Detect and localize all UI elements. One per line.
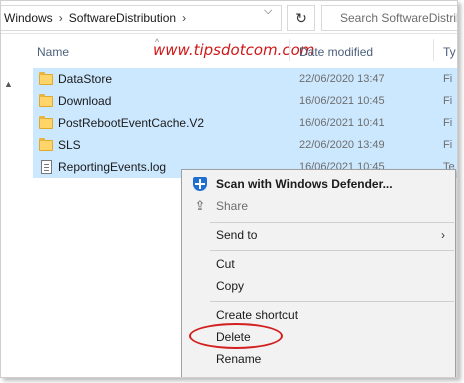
breadcrumb[interactable]: Windows › SoftwareDistribution › [1, 5, 282, 31]
breadcrumb-item-windows[interactable]: Windows [4, 11, 53, 25]
file-date: 22/06/2020 13:47 [299, 73, 385, 85]
file-type: Fi [443, 117, 453, 129]
menu-item-label: Copy [216, 279, 245, 293]
menu-separator [210, 250, 454, 251]
column-headers: ^ Name www.tipsdotcom.com Date modified … [15, 35, 457, 65]
file-type: Fi [443, 95, 453, 107]
menu-item-copy[interactable]: Copy [182, 275, 455, 297]
folder-icon [37, 134, 55, 156]
file-list: DataStore 22/06/2020 13:47 Fi Download 1… [33, 68, 457, 178]
menu-item-label: Scan with Windows Defender... [216, 177, 393, 191]
file-name: DataStore [58, 72, 113, 86]
explorer-window: Windows › SoftwareDistribution › ⌵ ↻ Sea… [0, 0, 458, 378]
menu-item-scan[interactable]: Scan with Windows Defender... [182, 173, 455, 195]
file-date: 16/06/2021 10:45 [299, 95, 385, 107]
list-item-sls[interactable]: SLS 22/06/2020 13:49 Fi [33, 134, 457, 156]
chevron-right-icon[interactable]: › [59, 11, 63, 25]
file-date: 22/06/2020 13:49 [299, 139, 385, 151]
breadcrumb-item-softwaredistribution[interactable]: SoftwareDistribution [69, 11, 176, 25]
menu-item-label: Rename [216, 352, 262, 366]
file-type: Fi [443, 73, 453, 85]
file-name: SLS [58, 138, 81, 152]
chevron-right-icon: › [441, 228, 445, 242]
shield-icon [192, 176, 208, 192]
chevron-right-icon[interactable]: › [182, 11, 186, 25]
menu-item-rename[interactable]: Rename [182, 348, 455, 370]
menu-item-cut[interactable]: Cut [182, 253, 455, 275]
column-header-name[interactable]: Name [37, 45, 69, 59]
search-input[interactable]: Search SoftwareDistributi [321, 5, 457, 31]
menu-item-share[interactable]: ⇪ Share [182, 195, 455, 217]
folder-icon [37, 112, 55, 134]
menu-item-label: Cut [216, 257, 235, 271]
menu-item-send-to[interactable]: Send to › [182, 224, 455, 246]
file-type: Fi [443, 139, 453, 151]
watermark: www.tipsdotcom.com [153, 41, 315, 59]
column-header-date-modified[interactable]: Date modified [299, 45, 373, 59]
file-name: Download [58, 94, 112, 108]
file-name: ReportingEvents.log [58, 160, 167, 174]
folder-icon [37, 68, 55, 90]
list-item-datastore[interactable]: DataStore 22/06/2020 13:47 Fi [33, 68, 457, 90]
file-date: 16/06/2021 10:41 [299, 117, 385, 129]
menu-item-label: Share [216, 199, 249, 213]
scroll-up-arrow-icon[interactable]: ▲ [4, 79, 13, 89]
column-header-type[interactable]: Ty [443, 45, 456, 59]
address-dropdown-chevron-icon[interactable]: ⌵ [264, 5, 272, 18]
menu-separator [210, 301, 454, 302]
list-item-download[interactable]: Download 16/06/2021 10:45 Fi [33, 90, 457, 112]
column-divider[interactable] [433, 39, 434, 61]
column-divider[interactable] [289, 39, 290, 61]
file-name: PostRebootEventCache.V2 [58, 116, 205, 130]
document-icon [37, 156, 55, 178]
search-placeholder: Search SoftwareDistributi [340, 11, 457, 25]
navigation-pane[interactable]: ▲ [1, 35, 15, 377]
refresh-button[interactable]: ↻ [287, 5, 315, 31]
delete-highlight-ellipse [189, 323, 283, 349]
address-bar-row: Windows › SoftwareDistribution › ⌵ ↻ Sea… [1, 1, 457, 34]
refresh-icon: ↻ [295, 9, 307, 26]
share-icon: ⇪ [194, 198, 206, 213]
menu-item-label: Send to [216, 228, 258, 242]
list-item-postrebooteventcache[interactable]: PostRebootEventCache.V2 16/06/2021 10:41… [33, 112, 457, 134]
menu-item-label: Create shortcut [216, 308, 299, 322]
menu-separator [210, 222, 454, 223]
folder-icon [37, 90, 55, 112]
